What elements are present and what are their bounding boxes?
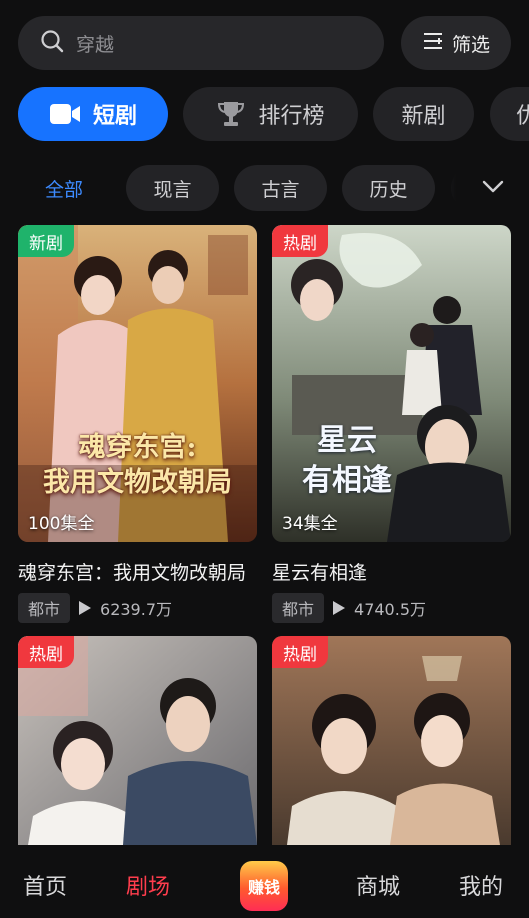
- tab-label: 新剧: [401, 104, 446, 129]
- tab-more[interactable]: 优: [490, 87, 529, 141]
- category-ancient-romance[interactable]: 古言: [234, 165, 327, 211]
- bottom-navigation: 首页 剧场 赚钱 商城 我的: [0, 845, 529, 918]
- filter-button[interactable]: 筛选: [401, 16, 511, 70]
- genre-tag[interactable]: 都市: [272, 593, 325, 623]
- tab-short-drama[interactable]: 短剧: [18, 87, 168, 141]
- drama-card[interactable]: 热剧: [18, 636, 257, 845]
- play-icon: [78, 600, 92, 616]
- category-tabs: 全部 现言 古言 历史: [0, 165, 529, 211]
- tab-label: 优: [516, 104, 529, 129]
- tab-label: 排行榜: [258, 104, 325, 129]
- episode-count: 34集全: [282, 514, 338, 534]
- earn-label: 赚钱: [247, 878, 280, 897]
- poster-image[interactable]: 星云 有相逢 热剧 34集全: [272, 225, 511, 542]
- drama-title[interactable]: 星云有相逢: [272, 558, 511, 585]
- genre-tag[interactable]: 都市: [18, 593, 71, 623]
- poster-image[interactable]: 热剧: [272, 636, 511, 845]
- category-label: 历史: [369, 178, 408, 201]
- filter-label: 筛选: [451, 33, 490, 56]
- category-history[interactable]: 历史: [342, 165, 435, 211]
- play-count-value: 6239.7万: [100, 600, 173, 619]
- poster-title-line2: 我用文物改朝局: [43, 467, 232, 498]
- drama-card[interactable]: 魂穿东宫: 我用文物改朝局 新剧 100集全 魂穿东宫：我用文物改朝局 都市 6…: [18, 225, 257, 623]
- main-tabs: 短剧 排行榜 新剧 优: [0, 87, 529, 141]
- search-icon: [40, 29, 64, 57]
- poster-image[interactable]: 热剧: [18, 636, 257, 845]
- status-badge: 热剧: [272, 636, 328, 668]
- play-count: 4740.5万: [332, 596, 426, 620]
- poster-title-line2: 有相逢: [302, 463, 392, 498]
- category-label: 全部: [44, 178, 83, 201]
- category-label: 古言: [261, 178, 300, 201]
- search-input[interactable]: 穿越: [76, 30, 114, 57]
- filter-icon: [422, 30, 444, 56]
- nav-profile[interactable]: 我的: [459, 869, 503, 901]
- poster-image[interactable]: 魂穿东宫: 我用文物改朝局 新剧 100集全: [18, 225, 257, 542]
- drama-card[interactable]: 星云 有相逢 热剧 34集全 星云有相逢 都市 4740.5万: [272, 225, 511, 623]
- nav-home[interactable]: 首页: [23, 869, 67, 901]
- play-icon: [332, 600, 346, 616]
- search-bar[interactable]: 穿越: [18, 16, 384, 70]
- expand-categories-button[interactable]: [436, 165, 529, 211]
- play-count: 6239.7万: [78, 596, 172, 620]
- tab-ranking[interactable]: 排行榜: [183, 87, 358, 141]
- drama-card[interactable]: 热剧: [272, 636, 511, 845]
- drama-title[interactable]: 魂穿东宫：我用文物改朝局: [18, 558, 257, 585]
- status-badge: 热剧: [272, 225, 328, 257]
- poster-title-line1: 星云: [317, 423, 377, 458]
- nav-theater[interactable]: 剧场: [126, 869, 170, 901]
- nav-earn-button[interactable]: 赚钱: [240, 861, 288, 911]
- episode-count: 100集全: [28, 514, 95, 534]
- tab-label: 短剧: [92, 104, 137, 129]
- status-badge: 新剧: [18, 225, 74, 257]
- category-all[interactable]: 全部: [18, 165, 110, 211]
- play-count-value: 4740.5万: [354, 600, 427, 619]
- poster-title-line1: 魂穿东宫:: [78, 432, 197, 463]
- category-modern-romance[interactable]: 现言: [126, 165, 219, 211]
- trophy-icon: [216, 100, 246, 128]
- category-label: 现言: [153, 178, 192, 201]
- status-badge: 热剧: [18, 636, 74, 668]
- chevron-down-icon: [482, 179, 504, 198]
- video-camera-icon: [49, 102, 81, 126]
- nav-mall[interactable]: 商城: [356, 869, 400, 901]
- tab-new-drama[interactable]: 新剧: [373, 87, 474, 141]
